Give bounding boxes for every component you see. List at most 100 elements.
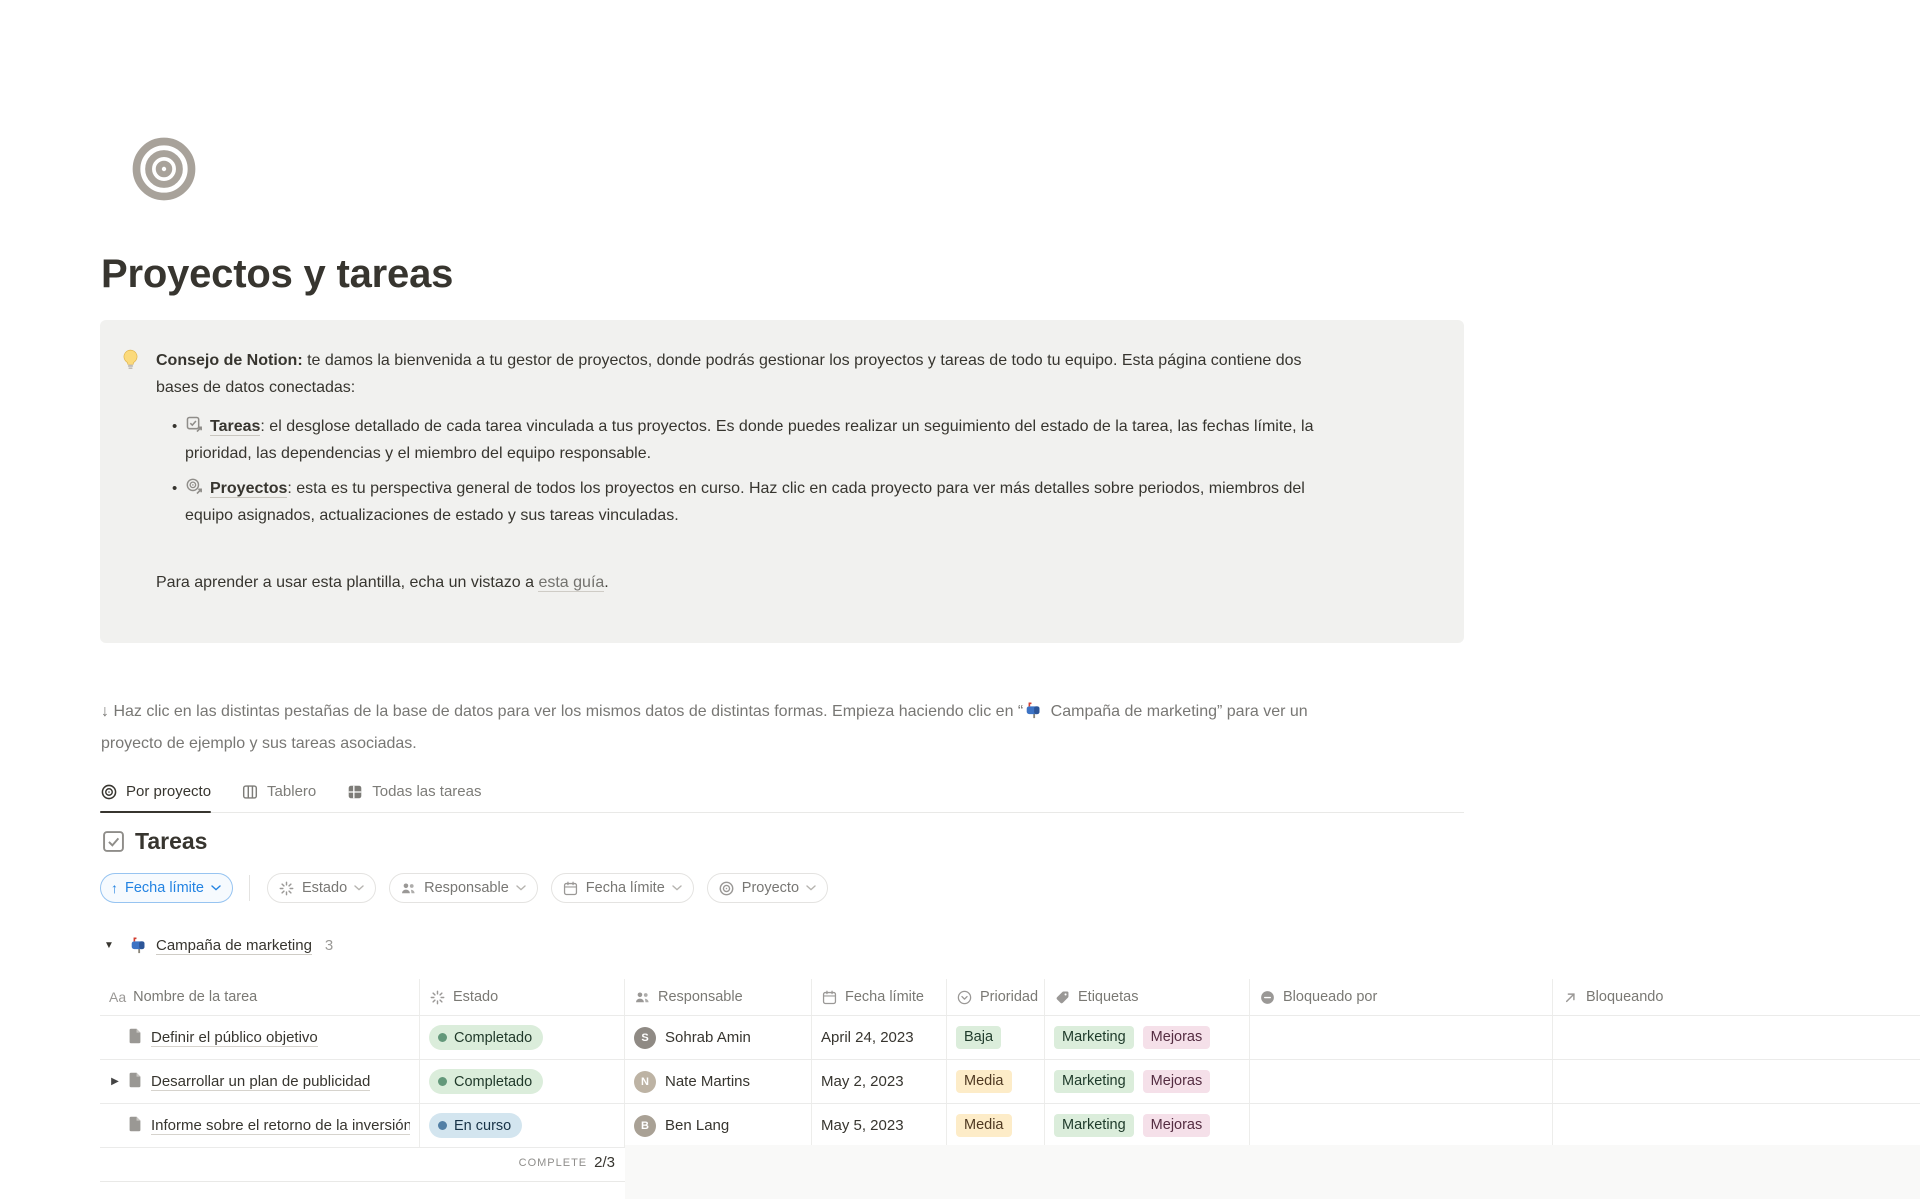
task-name-link[interactable]: Desarrollar un plan de publicidad [151,1073,370,1091]
task-name-cell[interactable]: Definir el público objetivo [100,1016,420,1059]
column-header-bloqueando[interactable]: Bloqueando [1553,979,1920,1015]
tag-badge: Mejoras [1143,1026,1211,1049]
group-name-link[interactable]: Campaña de marketing [156,937,312,955]
task-name-cell[interactable]: Informe sobre el retorno de la inversión [100,1104,420,1147]
people-icon [634,989,651,1006]
calculation-row[interactable]: COMPLETE 2/3 [100,1144,625,1182]
expand-toggle[interactable]: ▶ [104,1076,126,1087]
collapse-triangle-icon[interactable]: ▼ [104,940,130,951]
target-icon [718,880,735,897]
tag-badge: Marketing [1054,1114,1134,1137]
task-name-link[interactable]: Informe sobre el retorno de la inversión [151,1117,410,1135]
bullet-marker: • [156,413,185,467]
assignee-name: Nate Martins [665,1073,750,1090]
status-cell[interactable]: Completado [420,1016,625,1059]
group-count: 3 [325,937,333,954]
blocking-cell[interactable] [1553,1016,1920,1059]
priority-icon [956,989,973,1006]
list-item: • Proyectos: esta es tu perspectiva gene… [156,475,1440,529]
table-icon [346,783,364,801]
bottom-strip [625,1145,1920,1199]
tasks-table: AaNombre de la tarea Estado Responsable … [100,979,1920,1148]
tags-cell[interactable]: MarketingMejoras [1045,1060,1250,1103]
table-row: ▶ Desarrollar un plan de publicidad Comp… [100,1059,1920,1103]
column-header-etiquetas[interactable]: Etiquetas [1045,979,1250,1015]
arrow-up-icon: ↑ [111,880,118,896]
tags-cell[interactable]: MarketingMejoras [1045,1104,1250,1147]
column-header-estado[interactable]: Estado [420,979,625,1015]
bullet-text: : el desglose detallado de cada tarea vi… [185,418,1314,462]
guide-link[interactable]: esta guía [538,574,604,592]
lightbulb-icon [119,347,146,619]
filter-pill-fecha-limite[interactable]: Fecha límite [551,873,694,903]
chevron-down-icon [672,885,682,891]
sort-pill-fecha-limite[interactable]: ↑ Fecha límite [100,873,233,903]
due-date-cell[interactable]: May 2, 2023 [812,1060,947,1103]
column-header-nombre[interactable]: AaNombre de la tarea [100,979,420,1015]
status-dot-icon [438,1033,447,1042]
assignee-cell[interactable]: BBen Lang [625,1104,812,1147]
status-dot-icon [438,1077,447,1086]
priority-badge: Baja [956,1026,1001,1049]
projects-db-link[interactable]: Proyectos [210,480,287,498]
column-header-fecha-limite[interactable]: Fecha límite [812,979,947,1015]
blocked-icon [1259,989,1276,1006]
checkbox-icon [101,829,126,854]
tag-badge: Marketing [1054,1026,1134,1049]
calendar-icon [821,989,838,1006]
due-date-cell[interactable]: May 5, 2023 [812,1104,947,1147]
tasks-db-link[interactable]: Tareas [210,418,260,436]
priority-cell[interactable]: Media [947,1104,1045,1147]
column-header-bloqueado-por[interactable]: Bloqueado por [1250,979,1553,1015]
blocking-cell[interactable] [1553,1104,1920,1147]
column-header-prioridad[interactable]: Prioridad [947,979,1045,1015]
assignee-cell[interactable]: SSohrab Amin [625,1016,812,1059]
tab-label: Por proyecto [126,783,211,800]
calc-label: COMPLETE [519,1157,588,1169]
table-header-row: AaNombre de la tarea Estado Responsable … [100,979,1920,1015]
chevron-down-icon [354,885,364,891]
filter-pill-responsable[interactable]: Responsable [389,873,538,903]
mailbox-icon [130,936,149,955]
table-row: Definir el público objetivo Completado S… [100,1015,1920,1059]
priority-badge: Media [956,1070,1012,1093]
blocked-by-cell[interactable] [1250,1104,1553,1147]
callout-footer-period: . [604,574,608,591]
priority-badge: Media [956,1114,1012,1137]
status-cell[interactable]: Completado [420,1060,625,1103]
tab-tablero[interactable]: Tablero [241,771,316,812]
mailbox-icon [1025,700,1044,719]
helper-text-before: ↓ Haz clic en las distintas pestañas de … [101,703,1023,720]
filter-pill-estado[interactable]: Estado [267,873,376,903]
priority-cell[interactable]: Baja [947,1016,1045,1059]
status-badge: En curso [429,1113,522,1138]
avatar: S [634,1027,656,1049]
blocking-cell[interactable] [1553,1060,1920,1103]
page-icon [126,1071,144,1093]
tag-badge: Mejoras [1143,1070,1211,1093]
avatar: B [634,1115,656,1137]
column-header-responsable[interactable]: Responsable [625,979,812,1015]
callout-footer: Para aprender a usar esta plantilla, ech… [156,569,1440,596]
filter-pill-label: Responsable [424,880,509,896]
filter-pill-proyecto[interactable]: Proyecto [707,873,828,903]
task-name-cell[interactable]: ▶ Desarrollar un plan de publicidad [100,1060,420,1103]
filter-pill-label: Proyecto [742,880,799,896]
filter-pill-label: Fecha límite [586,880,665,896]
page-icon-bullseye[interactable] [131,136,197,202]
tags-cell[interactable]: Marketing Mejoras [1045,1016,1250,1059]
assignee-cell[interactable]: NNate Martins [625,1060,812,1103]
filter-bar: ↑ Fecha límite Estado Responsable Fecha … [100,873,828,903]
priority-cell[interactable]: Media [947,1060,1045,1103]
people-icon [400,880,417,897]
tab-todas-las-tareas[interactable]: Todas las tareas [346,771,481,812]
due-date-cell[interactable]: April 24, 2023 [812,1016,947,1059]
status-spinner-icon [278,880,295,897]
status-cell[interactable]: En curso [420,1104,625,1147]
blocked-by-cell[interactable] [1250,1016,1553,1059]
tab-label: Todas las tareas [372,783,481,800]
tab-por-proyecto[interactable]: Por proyecto [100,771,211,812]
sort-pill-label: Fecha límite [125,880,204,896]
blocked-by-cell[interactable] [1250,1060,1553,1103]
task-name-link[interactable]: Definir el público objetivo [151,1029,318,1047]
